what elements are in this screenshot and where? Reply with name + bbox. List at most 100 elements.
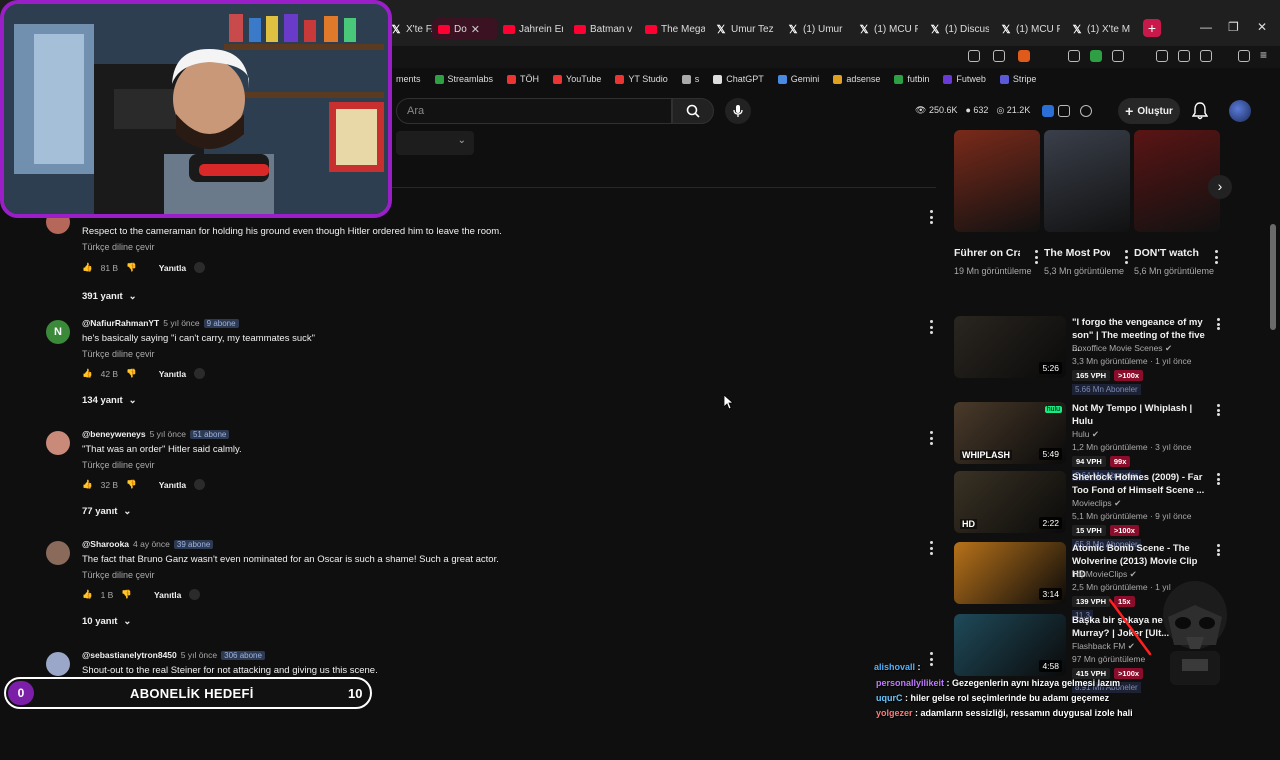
like-button[interactable]: 👍 — [82, 589, 93, 600]
bookmark-item[interactable]: Futweb — [943, 74, 986, 84]
short-card[interactable]: DON'T watch this scene i... 5,6 Mn görün… — [1134, 130, 1220, 278]
bookmark-item[interactable]: s — [681, 74, 699, 84]
brave-shield-icon[interactable] — [1018, 50, 1030, 62]
shorts-next-button[interactable]: › — [1208, 175, 1232, 199]
translate-link[interactable]: Türkçe diline çevir — [82, 570, 155, 580]
view-replies-button[interactable]: 134 yanıt ⌄ — [82, 395, 137, 406]
browser-tab[interactable]: 𝕏 (1) Umur — [781, 18, 847, 40]
comment-author[interactable]: @beneyweneys — [82, 429, 146, 439]
comment-author[interactable]: @sebastianelytron8450 — [82, 650, 177, 660]
browser-tab[interactable]: 𝕏 (1) MCU F — [852, 18, 918, 40]
comment-avatar[interactable] — [46, 541, 70, 565]
comment-menu-button[interactable] — [926, 320, 936, 334]
heart-icon[interactable] — [194, 368, 206, 379]
heart-icon[interactable] — [194, 479, 206, 490]
translate-link[interactable]: Türkçe diline çevir — [82, 242, 155, 252]
search-input[interactable]: Ara — [396, 98, 672, 124]
bookmark-item[interactable]: ChatGPT — [713, 74, 764, 84]
related-video[interactable]: HD 2:22 Sherlock Holmes (2009) - Far Too… — [954, 471, 1224, 550]
video-menu-button[interactable] — [1216, 544, 1220, 556]
video-title[interactable]: Not My Tempo | Whiplash | Hulu — [1072, 402, 1212, 428]
minimize-icon[interactable]: — — [1200, 20, 1212, 34]
translate-link[interactable]: Türkçe diline çevir — [82, 349, 155, 359]
scrollbar[interactable] — [1270, 224, 1276, 330]
bookmark-item[interactable]: ments — [396, 74, 421, 84]
comment-author[interactable]: @NafiurRahmanYT — [82, 318, 159, 328]
comment-menu-button[interactable] — [926, 210, 936, 224]
browser-tab[interactable]: 𝕏 (1) MCU F — [994, 18, 1060, 40]
create-button[interactable]: + Oluştur — [1118, 98, 1180, 124]
short-title[interactable]: The Most Powerful ... — [1044, 246, 1110, 260]
menu-icon[interactable]: ≡ — [1260, 48, 1267, 62]
like-button[interactable]: 👍 — [82, 368, 93, 379]
browser-tab[interactable]: Batman v S — [568, 18, 634, 40]
comment-avatar[interactable]: N — [46, 320, 70, 344]
list-icon[interactable] — [1058, 105, 1070, 117]
short-thumbnail[interactable] — [1044, 130, 1130, 232]
extension-blue-icon[interactable] — [1042, 105, 1054, 117]
short-card[interactable]: The Most Powerful ... 5,3 Mn görüntüleme — [1044, 130, 1130, 278]
comment-menu-button[interactable] — [926, 652, 936, 666]
sidebar-icon[interactable] — [1178, 50, 1190, 62]
reply-button[interactable]: Yanıtla — [154, 590, 181, 600]
video-menu-button[interactable] — [1216, 473, 1220, 485]
comment-menu-button[interactable] — [926, 541, 936, 555]
notification-bell-icon[interactable] — [1191, 102, 1209, 125]
channel-name[interactable]: Hulu ✔ — [1072, 429, 1099, 440]
related-video[interactable]: WHIPLASH hulu 5:49 Not My Tempo | Whiplas… — [954, 402, 1224, 481]
channel-name[interactable]: TopMovieClips ✔ — [1072, 569, 1137, 580]
wallet-icon[interactable] — [1200, 50, 1212, 62]
comment-avatar[interactable] — [46, 652, 70, 676]
short-menu-button[interactable] — [1122, 250, 1130, 264]
account-avatar[interactable] — [1229, 100, 1251, 122]
dislike-button[interactable]: 👎 — [121, 589, 132, 600]
view-replies-button[interactable]: 10 yanıt ⌄ — [82, 616, 131, 627]
short-title[interactable]: Führer on Crack... 🤡 ... — [954, 246, 1020, 260]
bookmark-item[interactable]: Gemini — [777, 74, 819, 84]
video-menu-button[interactable] — [1216, 318, 1220, 330]
extension-icon-3[interactable] — [1156, 50, 1168, 62]
reply-button[interactable]: Yanıtla — [159, 480, 186, 490]
restore-icon[interactable]: ❐ — [1228, 20, 1239, 34]
bookmark-item[interactable]: Streamlabs — [434, 74, 493, 84]
related-video[interactable]: 5:26 "I forgo the vengeance of my son" |… — [954, 316, 1224, 395]
bookmark-item[interactable]: Stripe — [999, 74, 1036, 84]
bookmark-item[interactable]: YT Studio — [615, 74, 668, 84]
bookmark-item[interactable]: YouTube — [553, 74, 601, 84]
search-button[interactable] — [672, 98, 714, 124]
share-icon[interactable] — [968, 50, 980, 62]
trophy-icon[interactable] — [1080, 105, 1092, 117]
browser-tab[interactable]: Jahrein Eri — [497, 18, 563, 40]
short-menu-button[interactable] — [1212, 250, 1220, 264]
short-thumbnail[interactable] — [954, 130, 1040, 232]
video-thumbnail[interactable]: 4:58 — [954, 614, 1066, 676]
short-thumbnail[interactable] — [1134, 130, 1220, 232]
dislike-button[interactable]: 👎 — [126, 262, 137, 273]
reply-button[interactable]: Yanıtla — [159, 263, 186, 273]
like-button[interactable]: 👍 — [82, 262, 93, 273]
comment-menu-button[interactable] — [926, 431, 936, 445]
video-menu-button[interactable] — [1216, 404, 1220, 416]
edit-icon[interactable] — [993, 50, 1005, 62]
video-thumbnail[interactable]: HD 2:22 — [954, 471, 1066, 533]
video-title[interactable]: Sherlock Holmes (2009) - Far Too Fond of… — [1072, 471, 1212, 497]
heart-icon[interactable] — [194, 262, 206, 273]
channel-name[interactable]: Movieclips ✔ — [1072, 498, 1121, 509]
translate-link[interactable]: Türkçe diline çevir — [82, 460, 155, 470]
bookmark-item[interactable]: futbin — [894, 74, 929, 84]
vpn-icon[interactable] — [1238, 50, 1250, 62]
browser-tab[interactable]: 𝕏 Umur Tez — [709, 18, 775, 40]
short-card[interactable]: Führer on Crack... 🤡 ... 19 Mn görüntüle… — [954, 130, 1040, 278]
bookmark-item[interactable]: TÖH — [507, 74, 539, 84]
tab-close-icon[interactable]: ✕ — [471, 23, 480, 36]
video-thumbnail[interactable]: 5:26 — [954, 316, 1066, 378]
view-replies-button[interactable]: 77 yanıt ⌄ — [82, 506, 131, 517]
dislike-button[interactable]: 👎 — [126, 479, 137, 490]
browser-tab[interactable]: 𝕏 (1) Discus — [923, 18, 989, 40]
new-tab-button[interactable]: + — [1143, 19, 1161, 37]
heart-icon[interactable] — [189, 589, 201, 600]
short-menu-button[interactable] — [1032, 250, 1040, 264]
sort-dropdown[interactable]: ⌄ — [396, 131, 474, 155]
extension-green-icon[interactable] — [1090, 50, 1102, 62]
close-window-icon[interactable]: ✕ — [1257, 20, 1267, 34]
